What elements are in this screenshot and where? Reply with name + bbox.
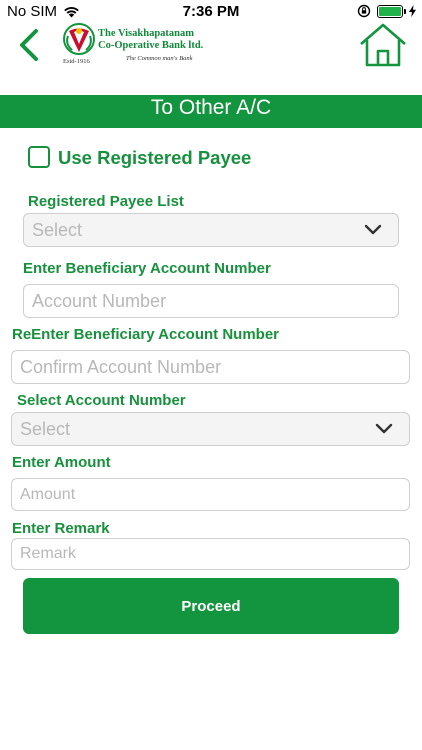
confirm-account-number-field-wrapper [11,350,410,384]
confirm-account-number-label: ReEnter Beneficiary Account Number [12,326,280,343]
use-registered-payee-label: Use Registered Payee [58,147,252,168]
logo-established: Estd-1916 [63,58,90,65]
home-icon [360,23,406,67]
from-account-select-value: Select [20,418,71,439]
logo-tagline: The Common man's Bank [126,55,193,62]
chevron-down-icon [364,224,382,235]
page-title: To Other A/C [0,95,422,128]
remark-field-wrapper [11,538,410,570]
account-number-field-wrapper [23,284,399,318]
amount-input[interactable] [12,479,409,510]
account-number-label: Enter Beneficiary Account Number [23,260,271,277]
battery-icon [377,4,406,18]
registered-payee-select[interactable]: Select [23,213,399,247]
registered-payee-select-value: Select [32,219,83,240]
remark-label: Enter Remark [12,520,110,537]
status-bar: No SIM 7:36 PM [0,0,422,24]
use-registered-payee-checkbox[interactable] [28,146,50,168]
remark-input[interactable] [12,539,409,569]
chevron-left-icon [20,29,38,61]
registered-payee-list-label: Registered Payee List [28,193,184,210]
bank-emblem-icon [63,23,95,55]
home-button[interactable] [358,22,408,68]
logo-bank-name-line1: The Visakhapatanam [98,28,194,39]
select-account-number-label: Select Account Number [17,392,186,409]
battery-level-fill [379,6,401,16]
orientation-lock-icon [357,4,371,18]
chevron-down-icon [375,423,393,434]
status-right [357,4,416,18]
amount-label: Enter Amount [12,454,111,471]
amount-field-wrapper [11,478,410,511]
confirm-account-number-input[interactable] [12,351,409,383]
proceed-button[interactable]: Proceed [23,578,399,634]
back-button[interactable] [16,28,42,62]
bank-logo: Estd-1916 The Visakhapatanam Co-Operativ… [62,22,212,66]
logo-bank-name-line2: Co-Operative Bank ltd. [98,40,204,51]
charging-bolt-icon [409,5,416,17]
account-number-input[interactable] [24,285,398,317]
from-account-select[interactable]: Select [11,412,410,446]
